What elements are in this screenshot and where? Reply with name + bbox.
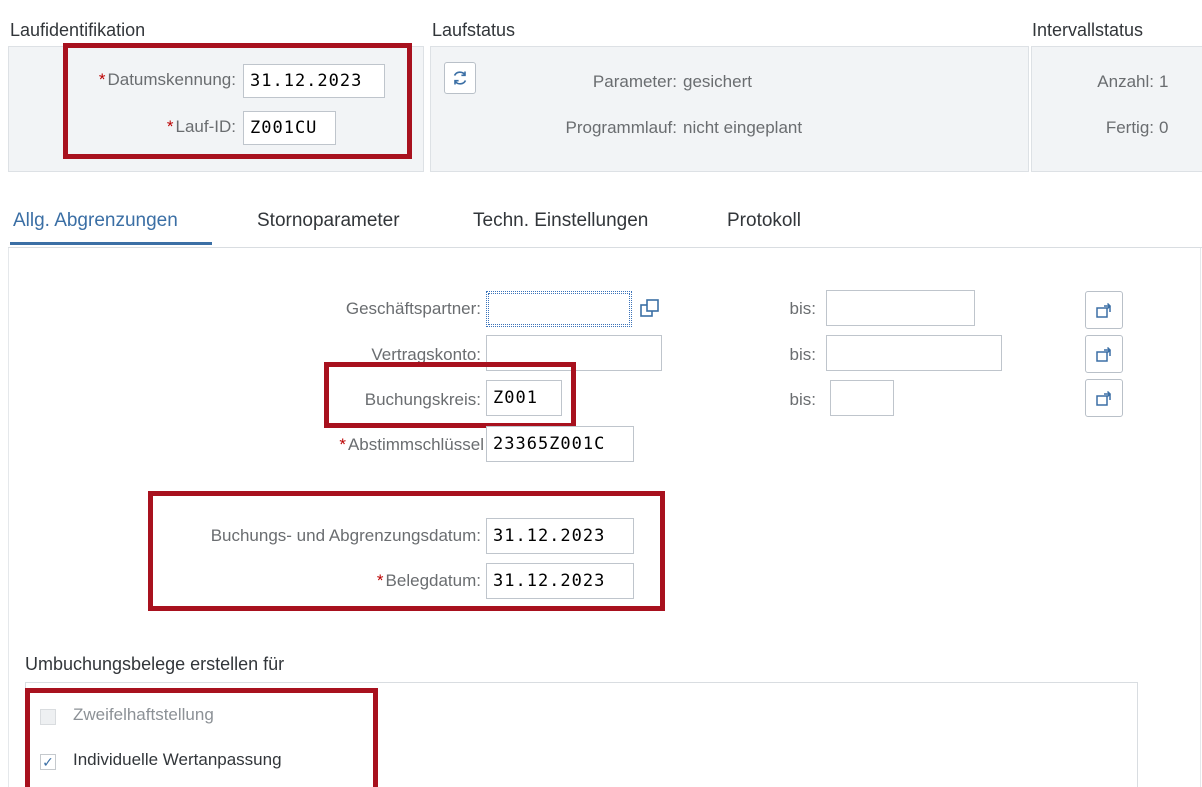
tab-general-accruals[interactable]: Allg. Abgrenzungen — [13, 210, 178, 232]
tab-reversal-parameters[interactable]: Stornoparameter — [257, 210, 400, 232]
highlight-dates — [148, 491, 665, 611]
value-help-button[interactable] — [637, 296, 663, 322]
interval-status-title: Intervallstatus — [1032, 20, 1144, 40]
business-partner-to-label: bis: — [789, 299, 816, 318]
copy-icon — [640, 299, 659, 317]
company-code-to-label: bis: — [789, 390, 816, 409]
contract-account-to-label: bis: — [789, 345, 816, 364]
done-value: 0 — [1159, 118, 1169, 137]
business-partner-label: Geschäftspartner: — [345, 299, 481, 318]
count-label: Anzahl: — [1097, 72, 1154, 91]
company-code-multiple-selection-button[interactable] — [1085, 379, 1123, 417]
reconciliation-key-label: * Abstimmschlüssel — [339, 435, 484, 454]
active-tab-indicator — [10, 242, 212, 245]
section-title: Umbuchungsbelege erstellen für — [25, 654, 285, 674]
refresh-button[interactable] — [444, 62, 476, 94]
refresh-icon — [453, 71, 467, 85]
run-status-title: Laufstatus — [432, 20, 516, 40]
program-run-value: nicht eingeplant — [683, 118, 803, 137]
program-run-label: Programmlauf: — [565, 118, 677, 137]
tab-log[interactable]: Protokoll — [727, 210, 801, 232]
tab-technical-settings[interactable]: Techn. Einstellungen — [473, 210, 648, 232]
count-value: 1 — [1159, 72, 1169, 91]
run-identification-title: Laufidentifikation — [10, 20, 146, 40]
multiple-selection-icon — [1096, 302, 1112, 318]
company-code-to-input[interactable] — [830, 380, 894, 416]
highlight-run-identification — [63, 43, 412, 159]
done-label: Fertig: — [1105, 118, 1154, 137]
business-partner-multiple-selection-button[interactable] — [1085, 291, 1123, 329]
business-partner-input[interactable] — [486, 291, 632, 327]
parameter-label: Parameter: — [592, 72, 677, 91]
multiple-selection-icon — [1096, 346, 1112, 362]
parameter-value: gesichert — [683, 72, 752, 91]
business-partner-to-input[interactable] — [826, 290, 975, 326]
run-status-panel — [430, 46, 1029, 172]
reconciliation-key-input[interactable]: 23365Z001C — [486, 426, 634, 462]
multiple-selection-icon — [1096, 390, 1112, 406]
interval-status-panel — [1031, 46, 1202, 172]
highlight-company-code — [324, 362, 576, 428]
contract-account-to-input[interactable] — [826, 335, 1002, 371]
contract-account-multiple-selection-button[interactable] — [1085, 335, 1123, 373]
highlight-checkboxes — [25, 688, 378, 787]
